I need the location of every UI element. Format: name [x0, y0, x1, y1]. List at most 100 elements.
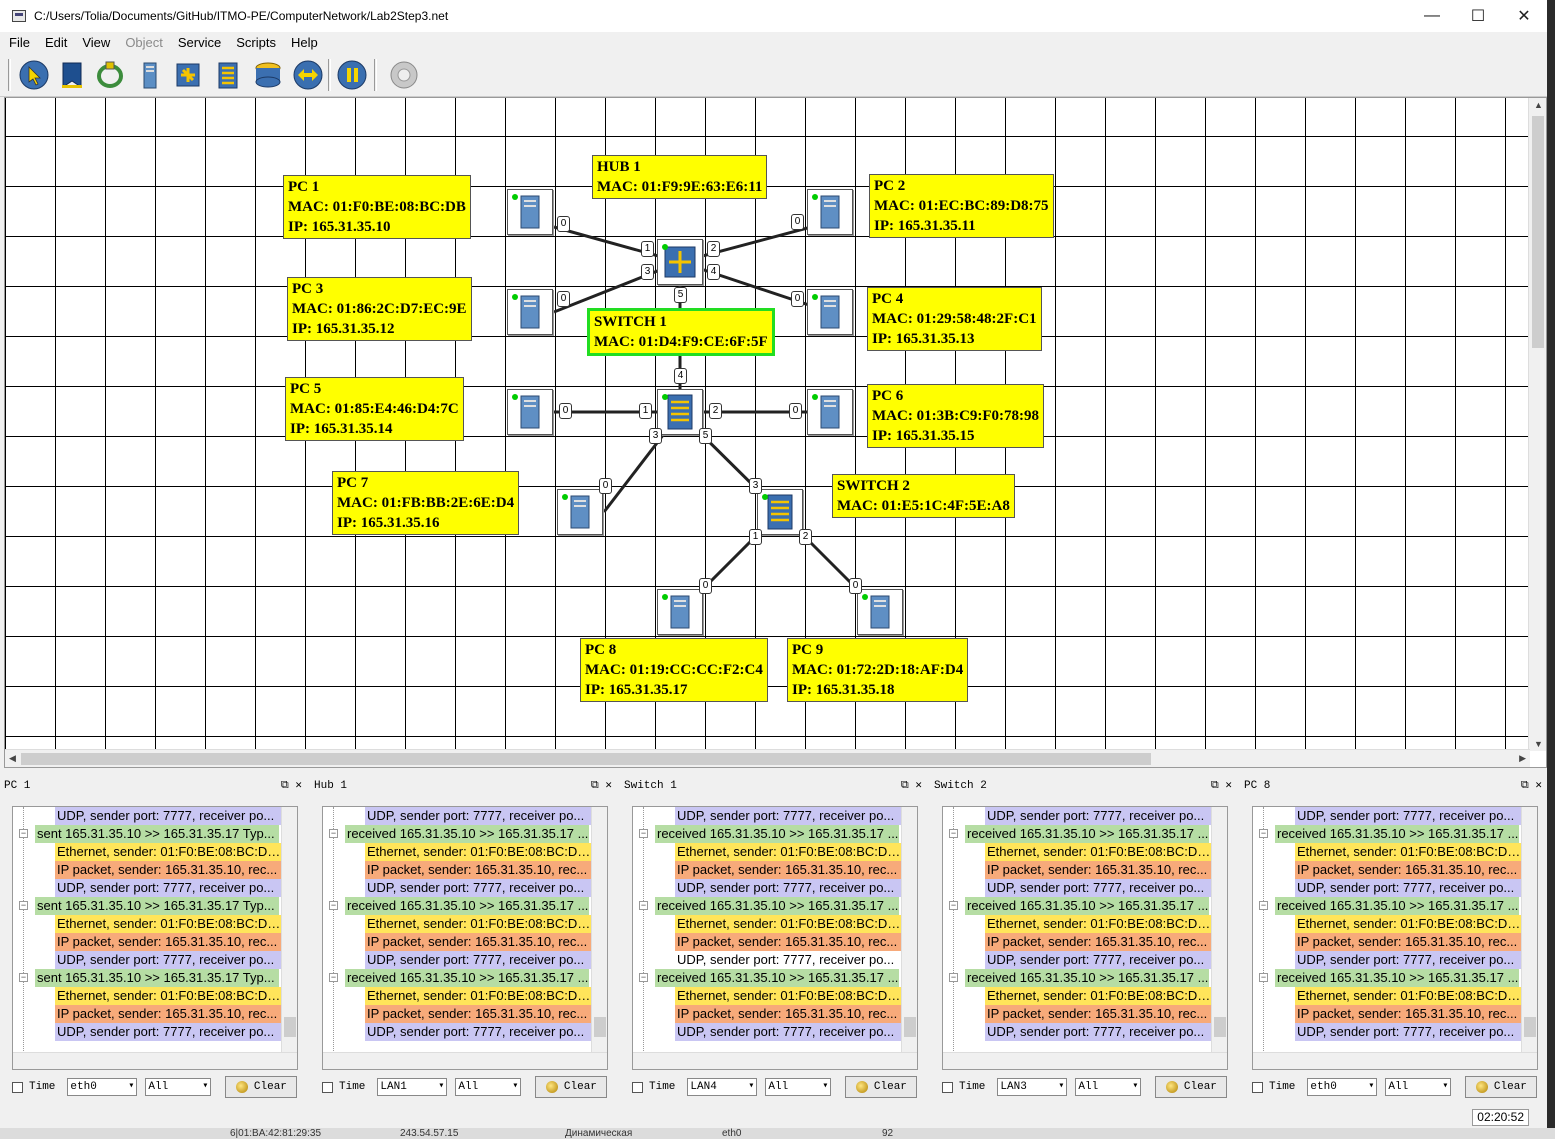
log-detail[interactable]: Ethernet, sender: 01:F0:BE:08:BC:DB... [13, 843, 297, 861]
tree-vertical-scrollbar[interactable] [1521, 807, 1537, 1053]
log-detail[interactable]: UDP, sender port: 7777, receiver po... [633, 951, 917, 969]
log-detail[interactable]: UDP, sender port: 7777, receiver po... [1253, 807, 1537, 825]
maximize-button[interactable]: ☐ [1455, 6, 1501, 26]
float-panel-icon[interactable]: ⧉ [1211, 780, 1219, 792]
scrollbar-thumb[interactable] [1532, 116, 1544, 348]
filter-select[interactable]: All [455, 1078, 522, 1096]
float-panel-icon[interactable]: ⧉ [901, 780, 909, 792]
scroll-down-arrow-icon[interactable]: ▼ [1534, 739, 1543, 749]
minimize-button[interactable]: — [1409, 7, 1455, 25]
pointer-tool-icon[interactable] [16, 57, 52, 93]
switch-2-node[interactable] [757, 489, 803, 535]
tree-horizontal-scrollbar[interactable] [633, 1052, 917, 1069]
log-detail[interactable]: UDP, sender port: 7777, receiver po... [13, 879, 297, 897]
log-entry[interactable]: − received 165.31.35.10 >> 165.31.35.17 .… [323, 897, 607, 915]
scrollbar-thumb[interactable] [1524, 1017, 1536, 1037]
scrollbar-thumb[interactable] [21, 753, 1151, 765]
label-pc-3[interactable]: PC 3 MAC: 01:86:2C:D7:EC:9E IP: 165.31.3… [287, 277, 472, 341]
collapse-icon[interactable]: − [1259, 901, 1268, 910]
clear-button[interactable]: Clear [1155, 1076, 1228, 1098]
collapse-icon[interactable]: − [19, 973, 28, 982]
log-detail[interactable]: IP packet, sender: 165.31.35.10, rec... [943, 933, 1227, 951]
scroll-right-arrow-icon[interactable]: ▶ [1519, 753, 1526, 764]
label-switch-2[interactable]: SWITCH 2 MAC: 01:E5:1C:4F:5E:A8 [832, 474, 1015, 518]
switch-tool-icon[interactable] [210, 57, 246, 93]
collapse-icon[interactable]: − [949, 973, 958, 982]
scrollbar-thumb[interactable] [1214, 1017, 1226, 1037]
log-tree[interactable]: UDP, sender port: 7777, receiver po... − s… [12, 806, 298, 1070]
log-detail[interactable]: UDP, sender port: 7777, receiver po... [633, 1023, 917, 1041]
pc-5-node[interactable] [507, 389, 553, 435]
log-detail[interactable]: Ethernet, sender: 01:F0:BE:08:BC:DB... [633, 843, 917, 861]
label-pc-9[interactable]: PC 9 MAC: 01:72:2D:18:AF:D4 IP: 165.31.3… [787, 638, 969, 702]
float-panel-icon[interactable]: ⧉ [591, 780, 599, 792]
log-tree[interactable]: UDP, sender port: 7777, receiver po... − r… [632, 806, 918, 1070]
log-entry[interactable]: − received 165.31.35.10 >> 165.31.35.17 .… [323, 825, 607, 843]
scrollbar-thumb[interactable] [904, 1017, 916, 1037]
label-pc-6[interactable]: PC 6 MAC: 01:3B:C9:F0:78:98 IP: 165.31.3… [867, 384, 1045, 448]
log-detail[interactable]: Ethernet, sender: 01:F0:BE:08:BC:DB... [1253, 843, 1537, 861]
tree-horizontal-scrollbar[interactable] [943, 1052, 1227, 1069]
log-detail[interactable]: Ethernet, sender: 01:F0:BE:08:BC:DB... [323, 987, 607, 1005]
log-detail[interactable]: Ethernet, sender: 01:F0:BE:08:BC:DB... [943, 987, 1227, 1005]
canvas-vertical-scrollbar[interactable]: ▲ ▼ [1528, 98, 1546, 751]
log-detail[interactable]: UDP, sender port: 7777, receiver po... [1253, 951, 1537, 969]
tree-horizontal-scrollbar[interactable] [13, 1052, 297, 1069]
log-detail[interactable]: IP packet, sender: 165.31.35.10, rec... [633, 861, 917, 879]
close-panel-icon[interactable]: ✕ [915, 780, 922, 792]
collapse-icon[interactable]: − [949, 829, 958, 838]
clear-button[interactable]: Clear [225, 1076, 298, 1098]
log-detail[interactable]: UDP, sender port: 7777, receiver po... [323, 879, 607, 897]
router-tool-icon[interactable] [250, 57, 286, 93]
tree-horizontal-scrollbar[interactable] [323, 1052, 607, 1069]
scrollbar-thumb[interactable] [284, 1017, 296, 1037]
label-pc-2[interactable]: PC 2 MAC: 01:EC:BC:89:D8:75 IP: 165.31.3… [869, 174, 1054, 238]
interface-select[interactable]: eth0 [67, 1078, 138, 1096]
log-detail[interactable]: UDP, sender port: 7777, receiver po... [13, 1023, 297, 1041]
log-detail[interactable]: IP packet, sender: 165.31.35.10, rec... [13, 1005, 297, 1023]
pc-2-node[interactable] [807, 189, 853, 235]
log-detail[interactable]: Ethernet, sender: 01:F0:BE:08:BC:DB... [943, 843, 1227, 861]
log-detail[interactable]: IP packet, sender: 165.31.35.10, rec... [633, 933, 917, 951]
log-detail[interactable]: Ethernet, sender: 01:F0:BE:08:BC:DB... [323, 915, 607, 933]
log-entry[interactable]: − received 165.31.35.10 >> 165.31.35.17 .… [633, 969, 917, 987]
menu-view[interactable]: View [73, 35, 116, 50]
menu-file[interactable]: File [0, 35, 36, 50]
filter-select[interactable]: All [765, 1078, 832, 1096]
log-tree[interactable]: UDP, sender port: 7777, receiver po... − r… [1252, 806, 1538, 1070]
switch-1-node[interactable] [657, 389, 703, 435]
interface-select[interactable]: LAN4 [687, 1078, 758, 1096]
tree-vertical-scrollbar[interactable] [901, 807, 917, 1053]
log-detail[interactable]: Ethernet, sender: 01:F0:BE:08:BC:DB... [323, 843, 607, 861]
close-panel-icon[interactable]: ✕ [1225, 780, 1232, 792]
time-checkbox[interactable] [1252, 1081, 1263, 1093]
log-entry[interactable]: − received 165.31.35.10 >> 165.31.35.17 .… [1253, 897, 1537, 915]
log-detail[interactable]: IP packet, sender: 165.31.35.10, rec... [323, 933, 607, 951]
cable-tool-icon[interactable] [92, 57, 128, 93]
label-switch-1[interactable]: SWITCH 1 MAC: 01:D4:F9:CE:6F:5F [587, 308, 775, 356]
log-detail[interactable]: IP packet, sender: 165.31.35.10, rec... [1253, 1005, 1537, 1023]
menu-object[interactable]: Object [116, 35, 169, 50]
log-detail[interactable]: IP packet, sender: 165.31.35.10, rec... [13, 861, 297, 879]
note-tool-icon[interactable] [54, 57, 90, 93]
log-detail[interactable]: IP packet, sender: 165.31.35.10, rec... [1253, 933, 1537, 951]
clear-button[interactable]: Clear [535, 1076, 608, 1098]
log-entry[interactable]: − received 165.31.35.10 >> 165.31.35.17 .… [943, 825, 1227, 843]
collapse-icon[interactable]: − [19, 901, 28, 910]
log-detail[interactable]: UDP, sender port: 7777, receiver po... [943, 951, 1227, 969]
log-detail[interactable]: UDP, sender port: 7777, receiver po... [323, 807, 607, 825]
log-detail[interactable]: Ethernet, sender: 01:F0:BE:08:BC:DB... [1253, 987, 1537, 1005]
log-tree[interactable]: UDP, sender port: 7777, receiver po... − r… [942, 806, 1228, 1070]
filter-select[interactable]: All [1385, 1078, 1452, 1096]
pause-tool-icon[interactable] [334, 57, 370, 93]
tree-vertical-scrollbar[interactable] [1211, 807, 1227, 1053]
log-detail[interactable]: UDP, sender port: 7777, receiver po... [943, 1023, 1227, 1041]
filter-select[interactable]: All [145, 1078, 212, 1096]
log-detail[interactable]: Ethernet, sender: 01:F0:BE:08:BC:DB... [13, 987, 297, 1005]
interface-select[interactable]: LAN1 [377, 1078, 448, 1096]
connect-tool-icon[interactable] [290, 57, 326, 93]
interface-select[interactable]: LAN3 [997, 1078, 1068, 1096]
log-entry[interactable]: − received 165.31.35.10 >> 165.31.35.17 .… [1253, 825, 1537, 843]
log-entry[interactable]: − sent 165.31.35.10 >> 165.31.35.17 Typ..… [13, 969, 297, 987]
log-detail[interactable]: IP packet, sender: 165.31.35.10, rec... [943, 1005, 1227, 1023]
